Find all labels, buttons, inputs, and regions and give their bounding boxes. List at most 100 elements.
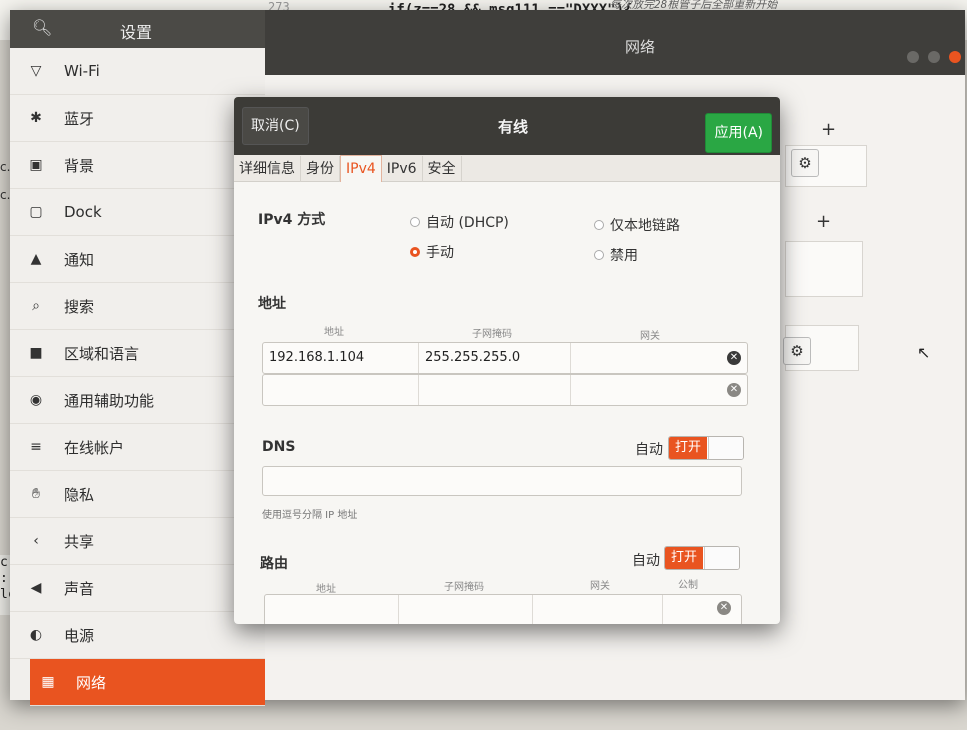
search-icon[interactable]: 🔍︎ — [32, 18, 52, 37]
routes-auto-label: 自动 — [632, 553, 660, 569]
route-address-column-header: 地址 — [316, 584, 336, 595]
wired-settings-gear-icon[interactable]: ⚙ — [791, 149, 819, 177]
add-vpn-icon[interactable]: + — [816, 211, 831, 232]
radio-dot — [594, 220, 604, 230]
route-gateway-column-header: 网关 — [590, 581, 610, 592]
radio-dot — [410, 217, 420, 227]
tab-ipv4[interactable]: IPv4 — [340, 155, 382, 182]
radio-dhcp[interactable]: 自动 (DHCP) — [410, 212, 509, 232]
sidebar-item-online-accounts[interactable]: ≡ 在线帐户 — [10, 424, 265, 471]
settings-titlebar: 🔍︎ 设置 — [10, 10, 265, 48]
window-controls — [903, 48, 961, 67]
add-connection-icon[interactable]: + — [821, 119, 836, 140]
switch-knob — [708, 437, 743, 459]
settings-title: 设置 — [120, 23, 153, 42]
sidebar-item-wifi[interactable]: ▽ Wi-Fi — [10, 48, 265, 95]
dialog-tabs: 详细信息 身份 IPv4 IPv6 安全 — [234, 155, 780, 182]
address-column-header: 地址 — [324, 327, 344, 338]
power-icon: ◐ — [29, 627, 43, 643]
sidebar-item-sharing[interactable]: ‹ 共享 — [10, 518, 265, 565]
cancel-button[interactable]: 取消(C) — [242, 107, 309, 145]
settings-sidebar: ▽ Wi-Fi ✱ 蓝牙 ▣ 背景 ▢ Dock ▲ 通知 ⌕ 搜索 ■ 区域和语言 ◉ 通用辅… — [10, 48, 265, 706]
netmask-column-header: 子网掩码 — [472, 329, 512, 340]
radio-disabled[interactable]: 禁用 — [594, 245, 638, 265]
sidebar-item-background[interactable]: ▣ 背景 — [10, 142, 265, 189]
panel-title: 网络 — [625, 38, 656, 56]
sidebar-item-region[interactable]: ■ 区域和语言 — [10, 330, 265, 377]
sidebar-item-sound[interactable]: ◀ 声音 — [10, 565, 265, 612]
address-input[interactable] — [263, 375, 419, 405]
wired-connection-dialog: 取消(C) 有线 应用(A) 详细信息 身份 IPv4 IPv6 安全 IPv4 方式 … — [234, 97, 780, 624]
address-row: ✕ — [262, 374, 748, 406]
terminal-fragment-top: c. c. — [0, 160, 11, 202]
tab-details[interactable]: 详细信息 — [234, 156, 301, 182]
route-netmask-column-header: 子网掩码 — [444, 582, 484, 593]
search-icon: ⌕ — [32, 298, 40, 314]
dialog-header: 取消(C) 有线 应用(A) — [234, 97, 780, 155]
sidebar-item-network[interactable]: ▦ 网络 — [30, 659, 265, 706]
tab-ipv6[interactable]: IPv6 — [382, 156, 423, 182]
delete-address-icon[interactable]: ✕ — [727, 383, 741, 397]
panel-titlebar: 网络 — [265, 10, 965, 75]
radio-dot-checked — [410, 247, 420, 257]
bluetooth-icon: ✱ — [30, 110, 42, 126]
switch-knob — [704, 547, 739, 569]
route-metric-input[interactable] — [663, 595, 713, 624]
dns-auto-label: 自动 — [635, 442, 663, 458]
routes-auto-switch[interactable]: 打开 — [664, 546, 740, 570]
online-accounts-icon: ≡ — [30, 439, 42, 455]
address-row: 192.168.1.104 255.255.255.0 ✕ — [262, 342, 748, 374]
privacy-icon: ✋︎ — [32, 486, 40, 502]
sidebar-item-dock[interactable]: ▢ Dock — [10, 189, 265, 236]
netmask-input[interactable] — [419, 375, 571, 405]
radio-link-local[interactable]: 仅本地链路 — [594, 215, 680, 235]
sidebar-item-power[interactable]: ◐ 电源 — [10, 612, 265, 659]
delete-address-icon[interactable]: ✕ — [727, 351, 741, 365]
route-metric-column-header: 公制 — [678, 580, 698, 591]
sidebar-item-notifications[interactable]: ▲ 通知 — [10, 236, 265, 283]
dns-input[interactable] — [262, 466, 742, 496]
ipv4-method-label: IPv4 方式 — [258, 212, 326, 228]
delete-route-icon[interactable]: ✕ — [717, 601, 731, 615]
route-gateway-input[interactable] — [533, 595, 663, 624]
close-button[interactable] — [949, 51, 961, 63]
tab-security[interactable]: 安全 — [423, 156, 462, 182]
background-icon: ▣ — [29, 157, 43, 173]
network-icon: ▦ — [41, 674, 55, 690]
sidebar-item-privacy[interactable]: ✋︎ 隐私 — [10, 471, 265, 518]
share-icon: ‹ — [33, 533, 39, 549]
routes-label: 路由 — [260, 556, 288, 572]
switch-on-label: 打开 — [665, 547, 703, 569]
route-address-input[interactable] — [265, 595, 399, 624]
gateway-input[interactable] — [571, 375, 721, 405]
gateway-column-header: 网关 — [640, 331, 660, 342]
proxy-settings-gear-icon[interactable]: ⚙ — [783, 337, 811, 365]
region-icon: ■ — [29, 345, 43, 361]
address-input[interactable]: 192.168.1.104 — [263, 343, 419, 373]
radio-dot — [594, 250, 604, 260]
minimize-button[interactable] — [906, 51, 919, 63]
netmask-input[interactable]: 255.255.255.0 — [419, 343, 571, 373]
wifi-icon: ▽ — [30, 63, 42, 79]
gateway-input[interactable] — [571, 343, 721, 373]
apply-button[interactable]: 应用(A) — [705, 113, 772, 153]
address-section-label: 地址 — [258, 296, 286, 312]
sidebar-item-search[interactable]: ⌕ 搜索 — [10, 283, 265, 330]
vpn-card — [785, 241, 863, 297]
dns-auto-switch[interactable]: 打开 — [668, 436, 744, 460]
tab-identity[interactable]: 身份 — [301, 156, 340, 182]
radio-manual[interactable]: 手动 — [410, 242, 454, 262]
accessibility-icon: ◉ — [29, 392, 43, 408]
dns-hint: 使用逗号分隔 IP 地址 — [262, 510, 358, 521]
dialog-title: 有线 — [498, 118, 529, 136]
route-row: ✕ — [264, 594, 742, 624]
switch-on-label: 打开 — [669, 437, 707, 459]
bell-icon: ▲ — [30, 251, 42, 267]
dock-icon: ▢ — [29, 204, 43, 220]
maximize-button[interactable] — [927, 51, 940, 63]
sidebar-item-accessibility[interactable]: ◉ 通用辅助功能 — [10, 377, 265, 424]
sidebar-item-bluetooth[interactable]: ✱ 蓝牙 — [10, 95, 265, 142]
route-netmask-input[interactable] — [399, 595, 533, 624]
mouse-cursor-icon: ↖ — [917, 343, 931, 362]
dns-label: DNS — [262, 439, 296, 455]
